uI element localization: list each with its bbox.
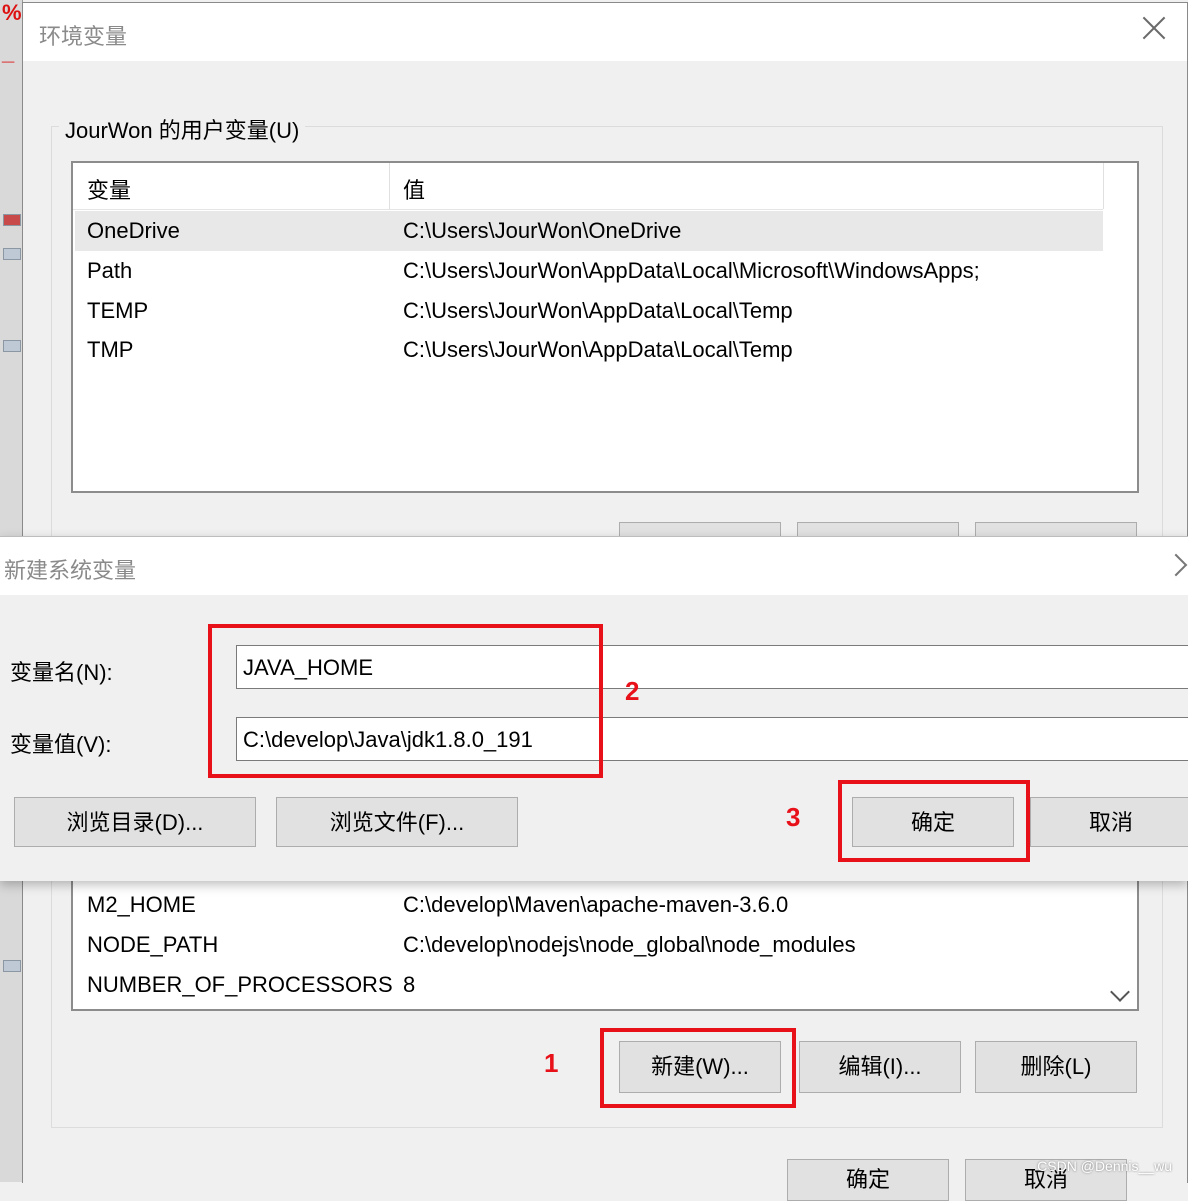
variable-value: C:\Users\JourWon\OneDrive (403, 218, 682, 243)
variable-name: TEMP (87, 298, 149, 323)
cancel-button[interactable]: 取消 (1030, 797, 1188, 847)
variable-name: OneDrive (87, 218, 180, 243)
system-vars-list[interactable]: M2_HOME C:\develop\Maven\apache-maven-3.… (71, 873, 1139, 1011)
browse-directory-button[interactable]: 浏览目录(D)... (14, 797, 256, 847)
variable-name: NUMBER_OF_PROCESSORS (87, 972, 393, 997)
variable-value-label: 变量值(V): (10, 732, 112, 757)
table-row[interactable]: M2_HOME C:\develop\Maven\apache-maven-3.… (75, 885, 1103, 925)
env-ok-button[interactable]: 确定 (787, 1159, 949, 1201)
variable-value: C:\Users\JourWon\AppData\Local\Temp (403, 298, 793, 323)
system-delete-button[interactable]: 删除(L) (975, 1041, 1137, 1093)
scroll-down-chevron-icon[interactable] (1110, 982, 1130, 1002)
annotation-box-ok (838, 780, 1030, 862)
annotation-step-2: 2 (625, 676, 640, 706)
column-header-variable[interactable]: 变量 (87, 173, 131, 205)
variable-value: C:\Users\JourWon\AppData\Local\Temp (403, 337, 793, 362)
table-row[interactable]: Path C:\Users\JourWon\AppData\Local\Micr… (75, 251, 1103, 291)
annotation-step-1: 1 (544, 1048, 559, 1078)
annotation-step-3: 3 (786, 802, 801, 832)
variable-value: 8 (403, 972, 416, 997)
variable-name: Path (87, 258, 133, 283)
variable-name: M2_HOME (87, 892, 196, 917)
table-row[interactable]: NODE_PATH C:\develop\nodejs\node_global\… (75, 925, 1103, 965)
new-dialog-title: 新建系统变量 (4, 558, 137, 583)
variable-name-label: 变量名(N): (10, 660, 113, 685)
env-dialog-title: 环境变量 (39, 24, 128, 49)
table-row[interactable]: TEMP C:\Users\JourWon\AppData\Local\Temp (75, 291, 1103, 331)
chevron-right-icon[interactable] (1164, 553, 1188, 577)
table-row[interactable]: NUMBER_OF_PROCESSORS 8 (75, 965, 1103, 1005)
system-edit-button[interactable]: 编辑(I)... (799, 1041, 961, 1093)
table-row[interactable]: OneDrive C:\Users\JourWon\OneDrive (75, 211, 1103, 251)
annotation-box-variable-fields (208, 624, 603, 778)
variable-name: TMP (87, 337, 134, 362)
close-icon[interactable] (1139, 13, 1169, 43)
variable-name: NODE_PATH (87, 932, 219, 957)
user-vars-list[interactable]: 变量 值 OneDrive C:\Users\JourWon\OneDrive … (71, 161, 1139, 493)
browse-file-button[interactable]: 浏览文件(F)... (276, 797, 518, 847)
watermark: CSDN @Dennis__wu (1037, 1158, 1172, 1174)
user-vars-group-label: JourWon 的用户变量(U) (59, 113, 306, 145)
variable-value: C:\develop\nodejs\node_global\node_modul… (403, 932, 856, 957)
column-header-value[interactable]: 值 (403, 173, 425, 205)
list-header: 变量 值 (73, 163, 1104, 210)
table-row[interactable]: TMP C:\Users\JourWon\AppData\Local\Temp (75, 330, 1103, 370)
env-dialog-titlebar: 环境变量 (23, 3, 1187, 61)
annotation-box-new (600, 1028, 796, 1108)
variable-value: C:\Users\JourWon\AppData\Local\Microsoft… (403, 258, 980, 283)
new-dialog-titlebar: 新建系统变量 (0, 537, 1188, 595)
variable-value: C:\develop\Maven\apache-maven-3.6.0 (403, 892, 789, 917)
